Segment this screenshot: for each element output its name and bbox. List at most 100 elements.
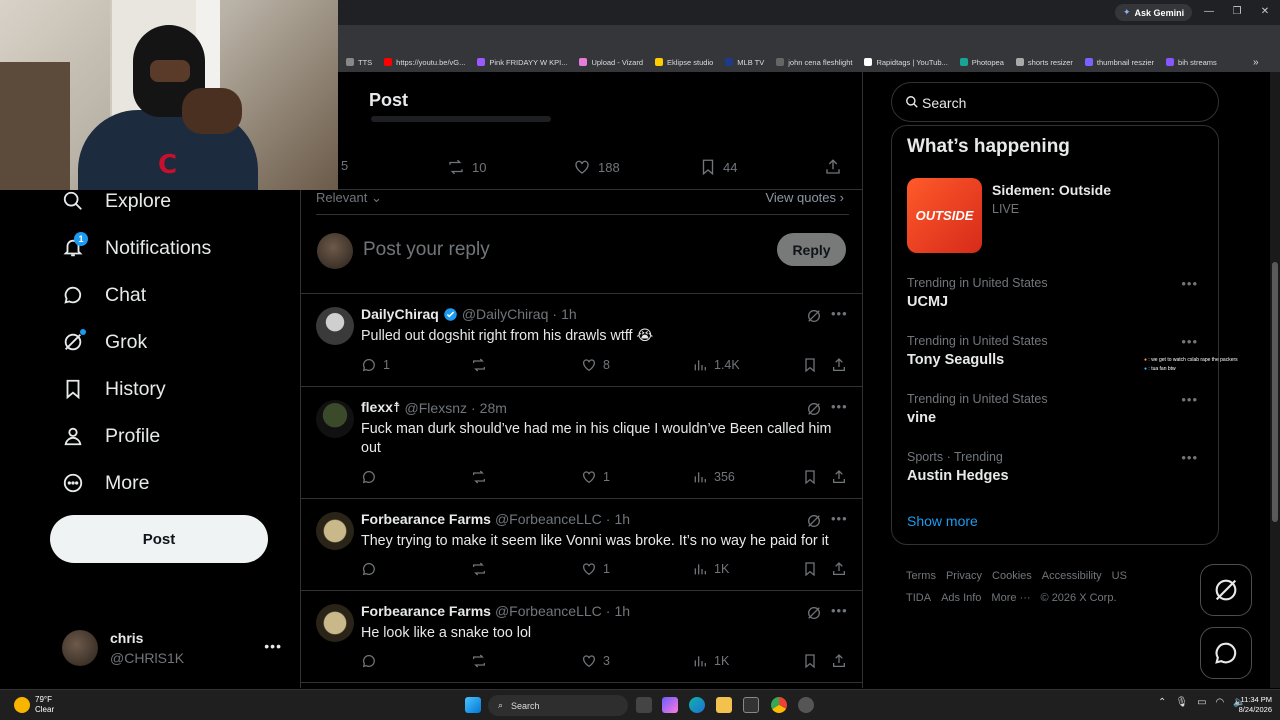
more-horizontal-icon[interactable]: •••	[1181, 276, 1198, 291]
share-button[interactable]	[823, 158, 843, 176]
avatar[interactable]	[316, 307, 354, 345]
more-horizontal-icon[interactable]: •••	[1181, 334, 1198, 349]
reply-count-button[interactable]: 5	[341, 158, 348, 173]
more-horizontal-icon[interactable]: •••	[831, 603, 848, 618]
sidebar-item-history[interactable]: History	[62, 374, 166, 404]
bookmark-button[interactable]	[802, 469, 818, 485]
grok-icon[interactable]	[806, 401, 822, 417]
trend-item[interactable]: Trending in United States vine •••	[907, 392, 1207, 426]
search-input[interactable]: Search	[891, 82, 1219, 122]
copilot-icon[interactable]	[662, 697, 678, 713]
avatar[interactable]	[316, 604, 354, 642]
trend-item[interactable]: Sports · Trending Austin Hedges •••	[907, 450, 1207, 484]
timestamp[interactable]: 1h	[561, 306, 577, 322]
display-icon[interactable]: ▭	[1197, 697, 1206, 708]
windows-start-icon[interactable]	[465, 697, 481, 713]
task-view-icon[interactable]	[636, 697, 652, 713]
bookmark-button[interactable]	[802, 653, 818, 669]
more-horizontal-icon[interactable]: •••	[831, 511, 848, 526]
views-button[interactable]: 356	[692, 469, 735, 485]
sidebar-item-explore[interactable]: Explore	[62, 186, 171, 216]
author-handle[interactable]: @ForbeanceLLC	[495, 603, 602, 619]
grok-fab[interactable]	[1200, 564, 1252, 616]
reply-tweet[interactable]: Forbearance Farms @ForbeanceLLC · 1h ••• He l…	[301, 591, 862, 683]
reply-button[interactable]	[361, 653, 383, 669]
bookmark-button[interactable]: 44	[699, 158, 737, 176]
footer-link[interactable]: © 2026 X Corp.	[1041, 592, 1117, 604]
bookmark-item[interactable]: Eklipse studio	[655, 58, 713, 67]
reply-input[interactable]: Post your reply	[363, 239, 490, 261]
author-handle[interactable]: @DailyChiraq	[462, 306, 549, 322]
app-icon[interactable]	[798, 697, 814, 713]
bookmark-item[interactable]: thumbnail reszier	[1084, 58, 1154, 67]
minimize-icon[interactable]: —	[1202, 5, 1216, 19]
scrollbar-thumb[interactable]	[1272, 262, 1278, 522]
sort-dropdown[interactable]: Relevant ⌄	[316, 190, 382, 206]
sidebar-item-chat[interactable]: Chat	[62, 280, 146, 310]
grok-icon[interactable]	[806, 308, 822, 324]
bookmark-item[interactable]: shorts resizer	[1015, 58, 1073, 67]
repost-button[interactable]	[471, 561, 493, 577]
restore-icon[interactable]: ❐	[1230, 5, 1244, 19]
like-button[interactable]: 1	[581, 561, 610, 577]
like-button[interactable]: 188	[572, 158, 620, 176]
bookmark-button[interactable]	[802, 561, 818, 577]
bookmark-item[interactable]: Rapidtags | YouTub...	[864, 58, 948, 67]
footer-link[interactable]: More ···	[991, 592, 1030, 604]
more-horizontal-icon[interactable]: •••	[264, 638, 282, 654]
bookmark-item[interactable]: Photopea	[959, 58, 1004, 67]
wifi-icon[interactable]: ◠	[1216, 697, 1225, 708]
weather-widget[interactable]: 79°F Clear	[14, 695, 54, 715]
author-name[interactable]: DailyChiraq	[361, 306, 439, 322]
like-button[interactable]: 1	[581, 469, 610, 485]
more-horizontal-icon[interactable]: •••	[831, 306, 848, 321]
file-explorer-icon[interactable]	[716, 697, 732, 713]
repost-button[interactable]	[471, 357, 493, 373]
chevron-up-icon[interactable]: ⌃	[1158, 697, 1166, 708]
reply-button[interactable]	[361, 561, 383, 577]
chrome-icon[interactable]	[771, 697, 787, 713]
post-button[interactable]: Post	[50, 515, 268, 563]
timestamp[interactable]: 1h	[614, 603, 630, 619]
edge-icon[interactable]	[689, 697, 705, 713]
like-button[interactable]: 3	[581, 653, 610, 669]
trend-item[interactable]: Trending in United States UCMJ •••	[907, 276, 1207, 310]
reply-button[interactable]: 1	[361, 357, 390, 373]
reply-button[interactable]: Reply	[777, 233, 846, 266]
timestamp[interactable]: 1h	[614, 511, 630, 527]
page-scrollbar[interactable]	[1270, 72, 1280, 688]
like-button[interactable]: 8	[581, 357, 610, 373]
repost-button[interactable]	[471, 469, 493, 485]
grok-icon[interactable]	[806, 513, 822, 529]
bookmarks-overflow-icon[interactable]: »	[1253, 57, 1259, 68]
taskbar-search[interactable]: ⌕ Search	[488, 695, 628, 716]
reply-tweet[interactable]: Forbearance Farms @ForbeanceLLC · 1h ••• They…	[301, 499, 862, 591]
bookmark-item[interactable]: MLB TV	[725, 58, 764, 67]
author-handle[interactable]: @Flexsnz	[405, 400, 467, 416]
author-name[interactable]: Forbearance Farms	[361, 511, 491, 527]
author-name[interactable]: flexx☨	[361, 399, 401, 416]
more-horizontal-icon[interactable]: •••	[831, 399, 848, 414]
author-name[interactable]: Forbearance Farms	[361, 603, 491, 619]
bookmark-button[interactable]	[802, 357, 818, 373]
repost-button[interactable]: 10	[446, 158, 486, 176]
more-horizontal-icon[interactable]: •••	[1181, 392, 1198, 407]
author-handle[interactable]: @ForbeanceLLC	[495, 511, 602, 527]
reply-tweet[interactable]: flexx☨ @Flexsnz · 28m ••• Fuck man durk shoul…	[301, 387, 862, 499]
chat-fab[interactable]	[1200, 627, 1252, 679]
footer-link[interactable]: Cookies	[992, 570, 1032, 582]
bookmark-item[interactable]: TTS	[346, 58, 372, 67]
close-icon[interactable]: ✕	[1258, 5, 1272, 19]
view-quotes-link[interactable]: View quotes ›	[765, 190, 844, 205]
bookmark-item[interactable]: Pink FRIDAYY W KPI...	[477, 58, 567, 67]
sidebar-item-grok[interactable]: Grok	[62, 327, 147, 357]
avatar[interactable]	[316, 512, 354, 550]
more-horizontal-icon[interactable]: •••	[1181, 450, 1198, 465]
mic-icon[interactable]: 🎙	[1175, 697, 1188, 708]
footer-link[interactable]: Privacy	[946, 570, 982, 582]
show-more-link[interactable]: Show more	[907, 513, 978, 529]
sidebar-item-profile[interactable]: Profile	[62, 421, 160, 451]
views-button[interactable]: 1K	[692, 653, 729, 669]
timestamp[interactable]: 28m	[480, 400, 507, 416]
sidebar-item-notifications[interactable]: 1 Notifications	[62, 232, 211, 263]
